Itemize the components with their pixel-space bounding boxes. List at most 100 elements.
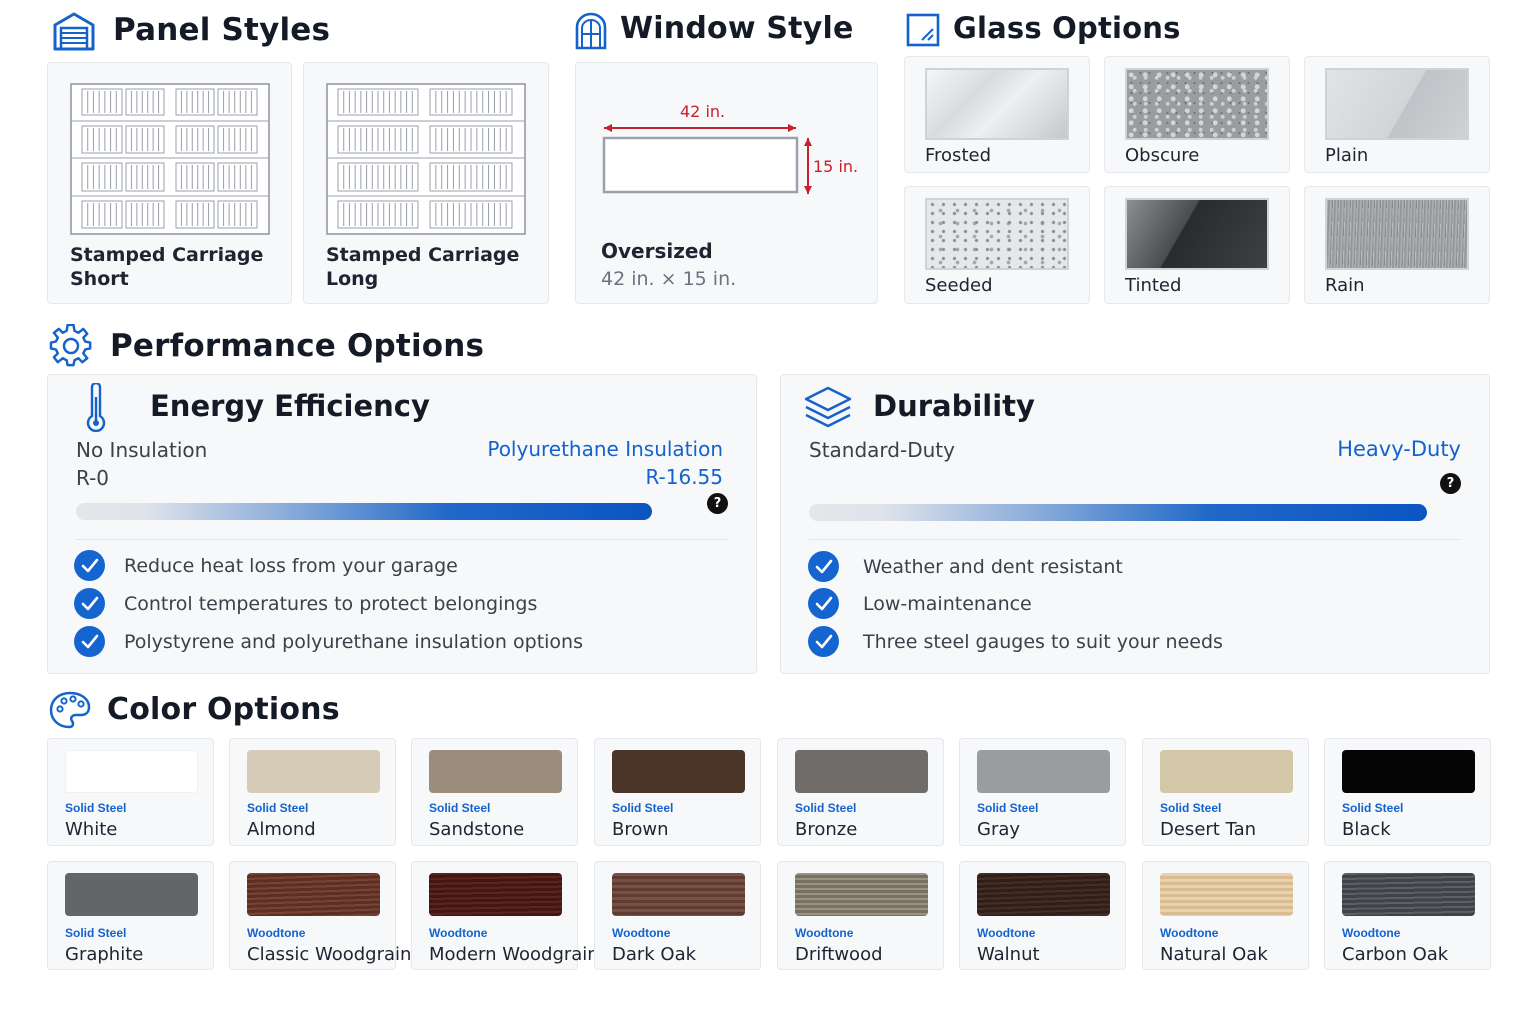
thermometer-icon — [86, 381, 106, 433]
color-swatch — [429, 873, 562, 916]
color-swatch — [65, 750, 198, 793]
color-option-white[interactable]: Solid Steel White — [47, 738, 214, 846]
glass-option-tinted[interactable]: Tinted — [1104, 186, 1290, 304]
tinted-glass-swatch — [1125, 198, 1269, 270]
glass-label: Rain — [1325, 275, 1365, 296]
color-option-black[interactable]: Solid Steel Black — [1324, 738, 1491, 846]
durability-card: Durability Standard-Duty Heavy-Duty ? We… — [780, 374, 1490, 674]
color-option-almond[interactable]: Solid Steel Almond — [229, 738, 396, 846]
glass-label: Obscure — [1125, 145, 1200, 166]
glass-label: Plain — [1325, 145, 1369, 166]
color-type: Solid Steel — [612, 801, 674, 815]
performance-options-title: Performance Options — [110, 328, 485, 364]
panel-style-label: Stamped Carriage Short — [70, 244, 264, 290]
window-style-size: 42 in. × 15 in. — [601, 268, 737, 290]
panel-style-card[interactable]: Stamped Carriage Short — [47, 62, 292, 304]
durability-max-label: Heavy-Duty — [1337, 437, 1461, 461]
garage-door-icon — [52, 11, 96, 51]
glass-option-rain[interactable]: Rain — [1304, 186, 1490, 304]
durability-scale-bar — [809, 504, 1427, 521]
color-type: Woodtone — [247, 926, 306, 940]
color-option-gray[interactable]: Solid Steel Gray — [959, 738, 1126, 846]
color-option-dark-oak[interactable]: Woodtone Dark Oak — [594, 861, 761, 970]
color-options-title: Color Options — [107, 692, 340, 727]
color-name: Driftwood — [795, 944, 883, 965]
color-name: Modern Woodgrain — [429, 944, 599, 965]
color-swatch — [977, 873, 1110, 916]
color-swatch — [1342, 750, 1475, 793]
color-option-graphite[interactable]: Solid Steel Graphite — [47, 861, 214, 970]
color-option-brown[interactable]: Solid Steel Brown — [594, 738, 761, 846]
rain-glass-swatch — [1325, 198, 1469, 270]
check-icon — [808, 588, 839, 619]
panel-styles-title: Panel Styles — [113, 12, 331, 48]
glass-option-plain[interactable]: Plain — [1304, 56, 1490, 173]
color-name: Classic Woodgrain — [247, 944, 412, 965]
color-type: Solid Steel — [1160, 801, 1222, 815]
color-option-modern-woodgrain[interactable]: Woodtone Modern Woodgrain — [411, 861, 599, 970]
color-type: Solid Steel — [247, 801, 309, 815]
color-swatch — [429, 750, 562, 793]
color-type: Woodtone — [795, 926, 854, 940]
energy-feature: Control temperatures to protect belongin… — [124, 593, 538, 615]
color-name: Walnut — [977, 944, 1040, 965]
color-type: Solid Steel — [977, 801, 1039, 815]
check-icon — [808, 551, 839, 582]
color-swatch — [977, 750, 1110, 793]
seeded-glass-swatch — [925, 198, 1069, 270]
energy-help-icon[interactable]: ? — [707, 493, 728, 514]
glass-icon — [906, 13, 940, 47]
energy-scale-bar — [76, 503, 652, 520]
check-icon — [74, 588, 105, 619]
color-option-natural-oak[interactable]: Woodtone Natural Oak — [1142, 861, 1309, 970]
panel-style-label: Stamped Carriage Long — [326, 244, 520, 290]
glass-label: Frosted — [925, 145, 991, 166]
color-swatch — [1342, 873, 1475, 916]
color-swatch — [795, 750, 928, 793]
durability-title: Durability — [873, 389, 1035, 423]
color-name: Carbon Oak — [1342, 944, 1449, 965]
color-swatch — [247, 873, 380, 916]
color-option-driftwood[interactable]: Woodtone Driftwood — [777, 861, 944, 970]
durability-feature: Weather and dent resistant — [863, 556, 1123, 578]
color-option-walnut[interactable]: Woodtone Walnut — [959, 861, 1126, 970]
color-name: Sandstone — [429, 819, 525, 840]
energy-feature: Polystyrene and polyurethane insulation … — [124, 631, 583, 653]
color-option-classic-woodgrain[interactable]: Woodtone Classic Woodgrain — [229, 861, 411, 970]
palette-icon — [49, 690, 91, 730]
check-icon — [74, 550, 105, 581]
color-name: Bronze — [795, 819, 858, 840]
layers-icon — [803, 385, 853, 429]
durability-feature: Three steel gauges to suit your needs — [863, 631, 1223, 653]
color-name: White — [65, 819, 118, 840]
color-name: Black — [1342, 819, 1391, 840]
color-type: Woodtone — [612, 926, 671, 940]
glass-option-obscure[interactable]: Obscure — [1104, 56, 1290, 173]
color-option-bronze[interactable]: Solid Steel Bronze — [777, 738, 944, 846]
energy-min-label: No Insulation — [76, 438, 208, 462]
panel-style-card[interactable]: Stamped Carriage Long — [303, 62, 549, 304]
plain-glass-swatch — [1325, 68, 1469, 140]
check-icon — [74, 626, 105, 657]
color-type: Woodtone — [1342, 926, 1401, 940]
color-name: Desert Tan — [1160, 819, 1257, 840]
durability-feature: Low-maintenance — [863, 593, 1032, 615]
durability-divider — [809, 539, 1461, 540]
color-name: Gray — [977, 819, 1021, 840]
glass-option-frosted[interactable]: Frosted — [904, 56, 1090, 173]
color-name: Dark Oak — [612, 944, 697, 965]
color-name: Natural Oak — [1160, 944, 1268, 965]
color-swatch — [1160, 750, 1293, 793]
durability-help-icon[interactable]: ? — [1440, 473, 1461, 494]
color-type: Solid Steel — [65, 926, 127, 940]
color-option-sandstone[interactable]: Solid Steel Sandstone — [411, 738, 578, 846]
color-option-carbon-oak[interactable]: Woodtone Carbon Oak — [1324, 861, 1491, 970]
color-type: Woodtone — [429, 926, 488, 940]
window-style-card[interactable]: 42 in. 15 in. Oversized 42 in. × 15 in. — [575, 62, 878, 304]
color-name: Graphite — [65, 944, 144, 965]
glass-option-seeded[interactable]: Seeded — [904, 186, 1090, 304]
gear-icon — [49, 323, 93, 368]
color-option-desert-tan[interactable]: Solid Steel Desert Tan — [1142, 738, 1309, 846]
window-style-title: Window Style — [620, 11, 854, 46]
panel-preview-short — [70, 83, 270, 235]
